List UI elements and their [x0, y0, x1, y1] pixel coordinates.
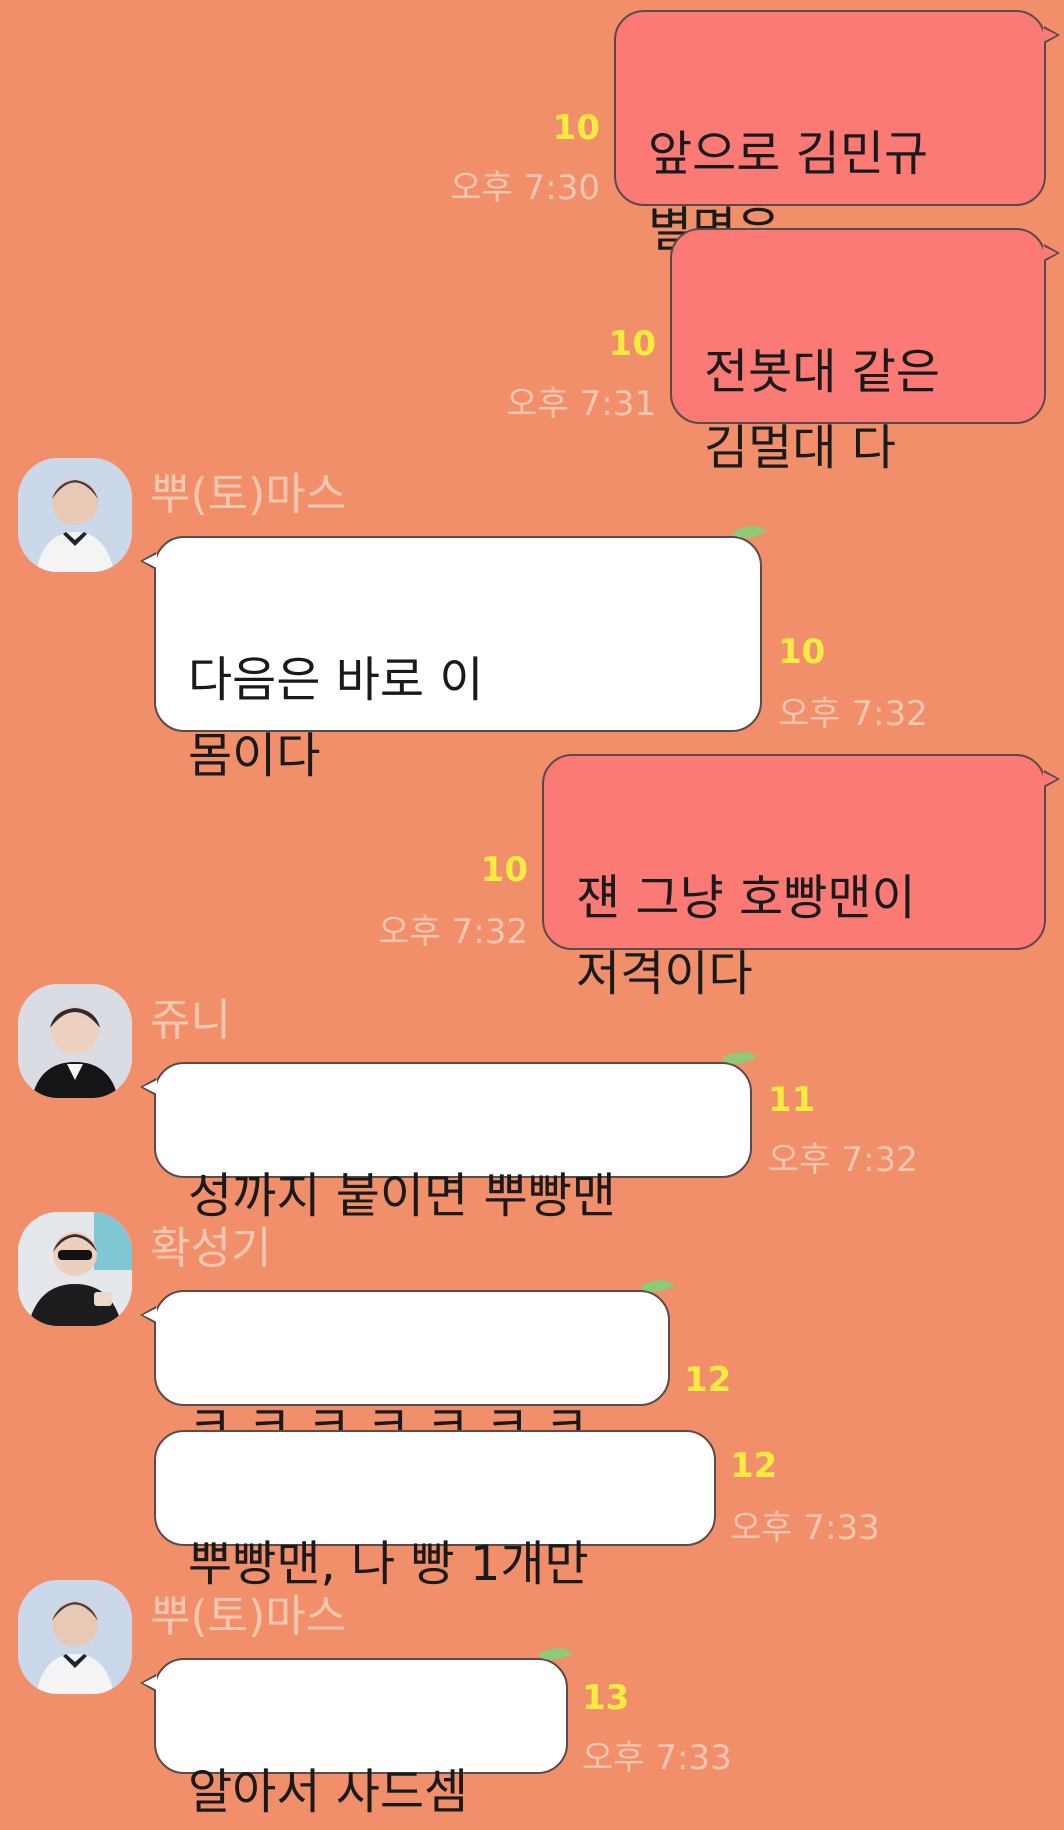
leaf-icon [722, 1043, 756, 1073]
bubble-tail [140, 1306, 157, 1324]
message-time: 오후 7:32 [768, 1140, 918, 1180]
profile-avatar-icon[interactable] [18, 1212, 132, 1326]
bubble-tail [140, 552, 157, 570]
message-time: 오후 7:33 [582, 1738, 732, 1778]
friend-message-bubble[interactable]: 뿌빵맨, 나 빵 1개만 [154, 1430, 716, 1592]
read-count: 12 [730, 1446, 778, 1486]
my-message-bubble[interactable]: 앞으로 김민규 별명은 [614, 10, 1060, 258]
leaf-icon [640, 1271, 674, 1301]
bubble-tail [1043, 26, 1060, 44]
read-count: 10 [480, 850, 528, 890]
read-count: 11 [768, 1080, 816, 1120]
sender-name: 뿌(토)마스 [150, 1591, 347, 1642]
read-count: 13 [582, 1678, 630, 1718]
bubble-tail [1043, 244, 1060, 262]
leaf-icon [538, 1639, 572, 1669]
bubble-tail [1043, 770, 1060, 788]
message-text: 다음은 바로 이 몸이다 [188, 652, 484, 784]
bubble-tail [140, 1078, 157, 1096]
sender-name: 뿌(토)마스 [150, 469, 347, 520]
leaf-icon [732, 517, 766, 547]
sender-name: 확성기 [150, 1223, 272, 1274]
message-time: 오후 7:31 [506, 384, 656, 424]
friend-message-bubble[interactable]: 성까지 붙이면 뿌빵맨 [140, 1043, 756, 1224]
message-time: 오후 7:30 [450, 168, 600, 208]
read-count: 10 [608, 324, 656, 364]
message-text: 전봇대 같은 김멀대 다 [704, 344, 941, 476]
sender-name: 쥬니 [150, 995, 231, 1046]
friend-message-bubble[interactable]: ㅋ ㅋ ㅋ ㅋ ㅋ ㅋ ㅋ [140, 1271, 674, 1452]
profile-avatar-icon[interactable] [18, 1580, 132, 1694]
friend-message-bubble[interactable]: 다음은 바로 이 몸이다 [140, 517, 766, 784]
message-time: 오후 7:32 [378, 912, 528, 952]
bubble-tail [140, 1674, 157, 1692]
message-text: 알아서 사드셈 [188, 1764, 469, 1820]
read-count: 10 [778, 632, 826, 672]
message-text: 쟨 그냥 호빵맨이 저격이다 [576, 870, 916, 1002]
friend-message-bubble[interactable]: 알아서 사드셈 [140, 1639, 572, 1820]
my-message-bubble[interactable]: 쟨 그냥 호빵맨이 저격이다 [542, 754, 1060, 1002]
profile-avatar-icon[interactable] [18, 458, 132, 572]
profile-avatar-icon[interactable] [18, 984, 132, 1098]
read-count: 10 [552, 108, 600, 148]
my-message-bubble[interactable]: 전봇대 같은 김멀대 다 [670, 228, 1060, 476]
read-count: 12 [684, 1360, 732, 1400]
message-time: 오후 7:32 [778, 694, 928, 734]
message-time: 오후 7:33 [730, 1508, 880, 1548]
